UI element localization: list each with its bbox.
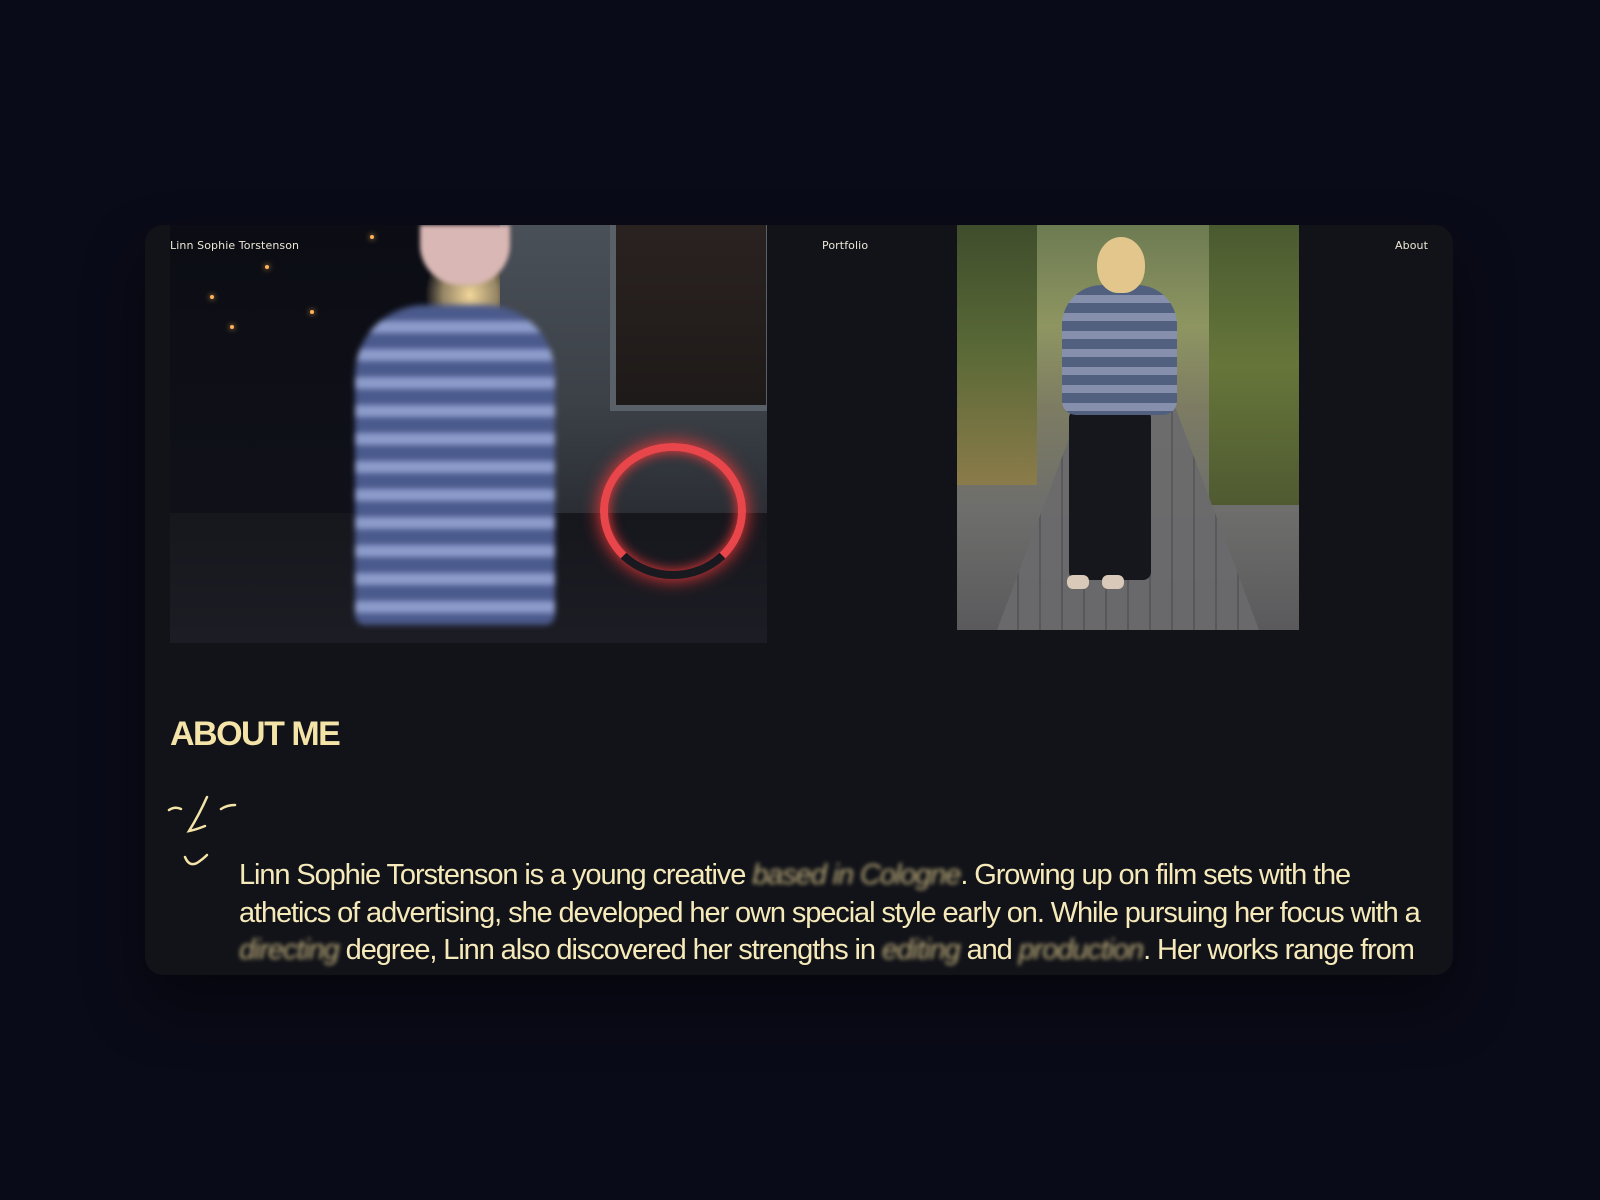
photo-trees-left bbox=[957, 225, 1037, 485]
photo-person-sweater bbox=[355, 305, 555, 625]
photo-street-light bbox=[210, 295, 214, 299]
bio-text: and bbox=[959, 934, 1019, 966]
photo-street-light bbox=[370, 235, 374, 239]
bio-highlight-directing: directing bbox=[239, 934, 340, 966]
about-bio: Linn Sophie Torstenson is a young creati… bbox=[239, 857, 1439, 975]
site-brand[interactable]: Linn Sophie Torstenson bbox=[170, 239, 299, 252]
about-heading: ABOUT ME bbox=[170, 715, 341, 753]
bio-highlight-editing: editing bbox=[881, 934, 961, 966]
photo-figure-sweater bbox=[1062, 285, 1177, 415]
photo-street-light bbox=[230, 325, 234, 329]
photo-figure-head bbox=[1097, 237, 1145, 293]
scribble-doodle-icon bbox=[167, 795, 237, 866]
photo-trees-right bbox=[1209, 225, 1299, 505]
photo-forest-portrait bbox=[957, 225, 1299, 630]
photo-night-portrait bbox=[170, 225, 767, 643]
photo-hat bbox=[420, 225, 510, 285]
bio-highlight-location: based in Cologne bbox=[752, 859, 961, 891]
photo-figure-shoe bbox=[1067, 575, 1089, 589]
photo-figure-legs bbox=[1069, 410, 1151, 580]
photo-neon-ring bbox=[600, 443, 746, 579]
nav-link-portfolio[interactable]: Portfolio bbox=[822, 239, 868, 252]
photo-street-light bbox=[265, 265, 269, 269]
photo-door bbox=[610, 225, 767, 411]
photo-figure-shoe bbox=[1102, 575, 1124, 589]
nav-link-about[interactable]: About bbox=[1395, 239, 1428, 252]
bio-text: Linn Sophie Torstenson is a young creati… bbox=[239, 859, 753, 891]
bio-highlight-production: production bbox=[1018, 934, 1145, 966]
photo-street-light bbox=[310, 310, 314, 314]
bio-text: degree, Linn also discovered her strengt… bbox=[338, 934, 882, 966]
site-card: Linn Sophie Torstenson Portfolio About A… bbox=[145, 225, 1453, 975]
